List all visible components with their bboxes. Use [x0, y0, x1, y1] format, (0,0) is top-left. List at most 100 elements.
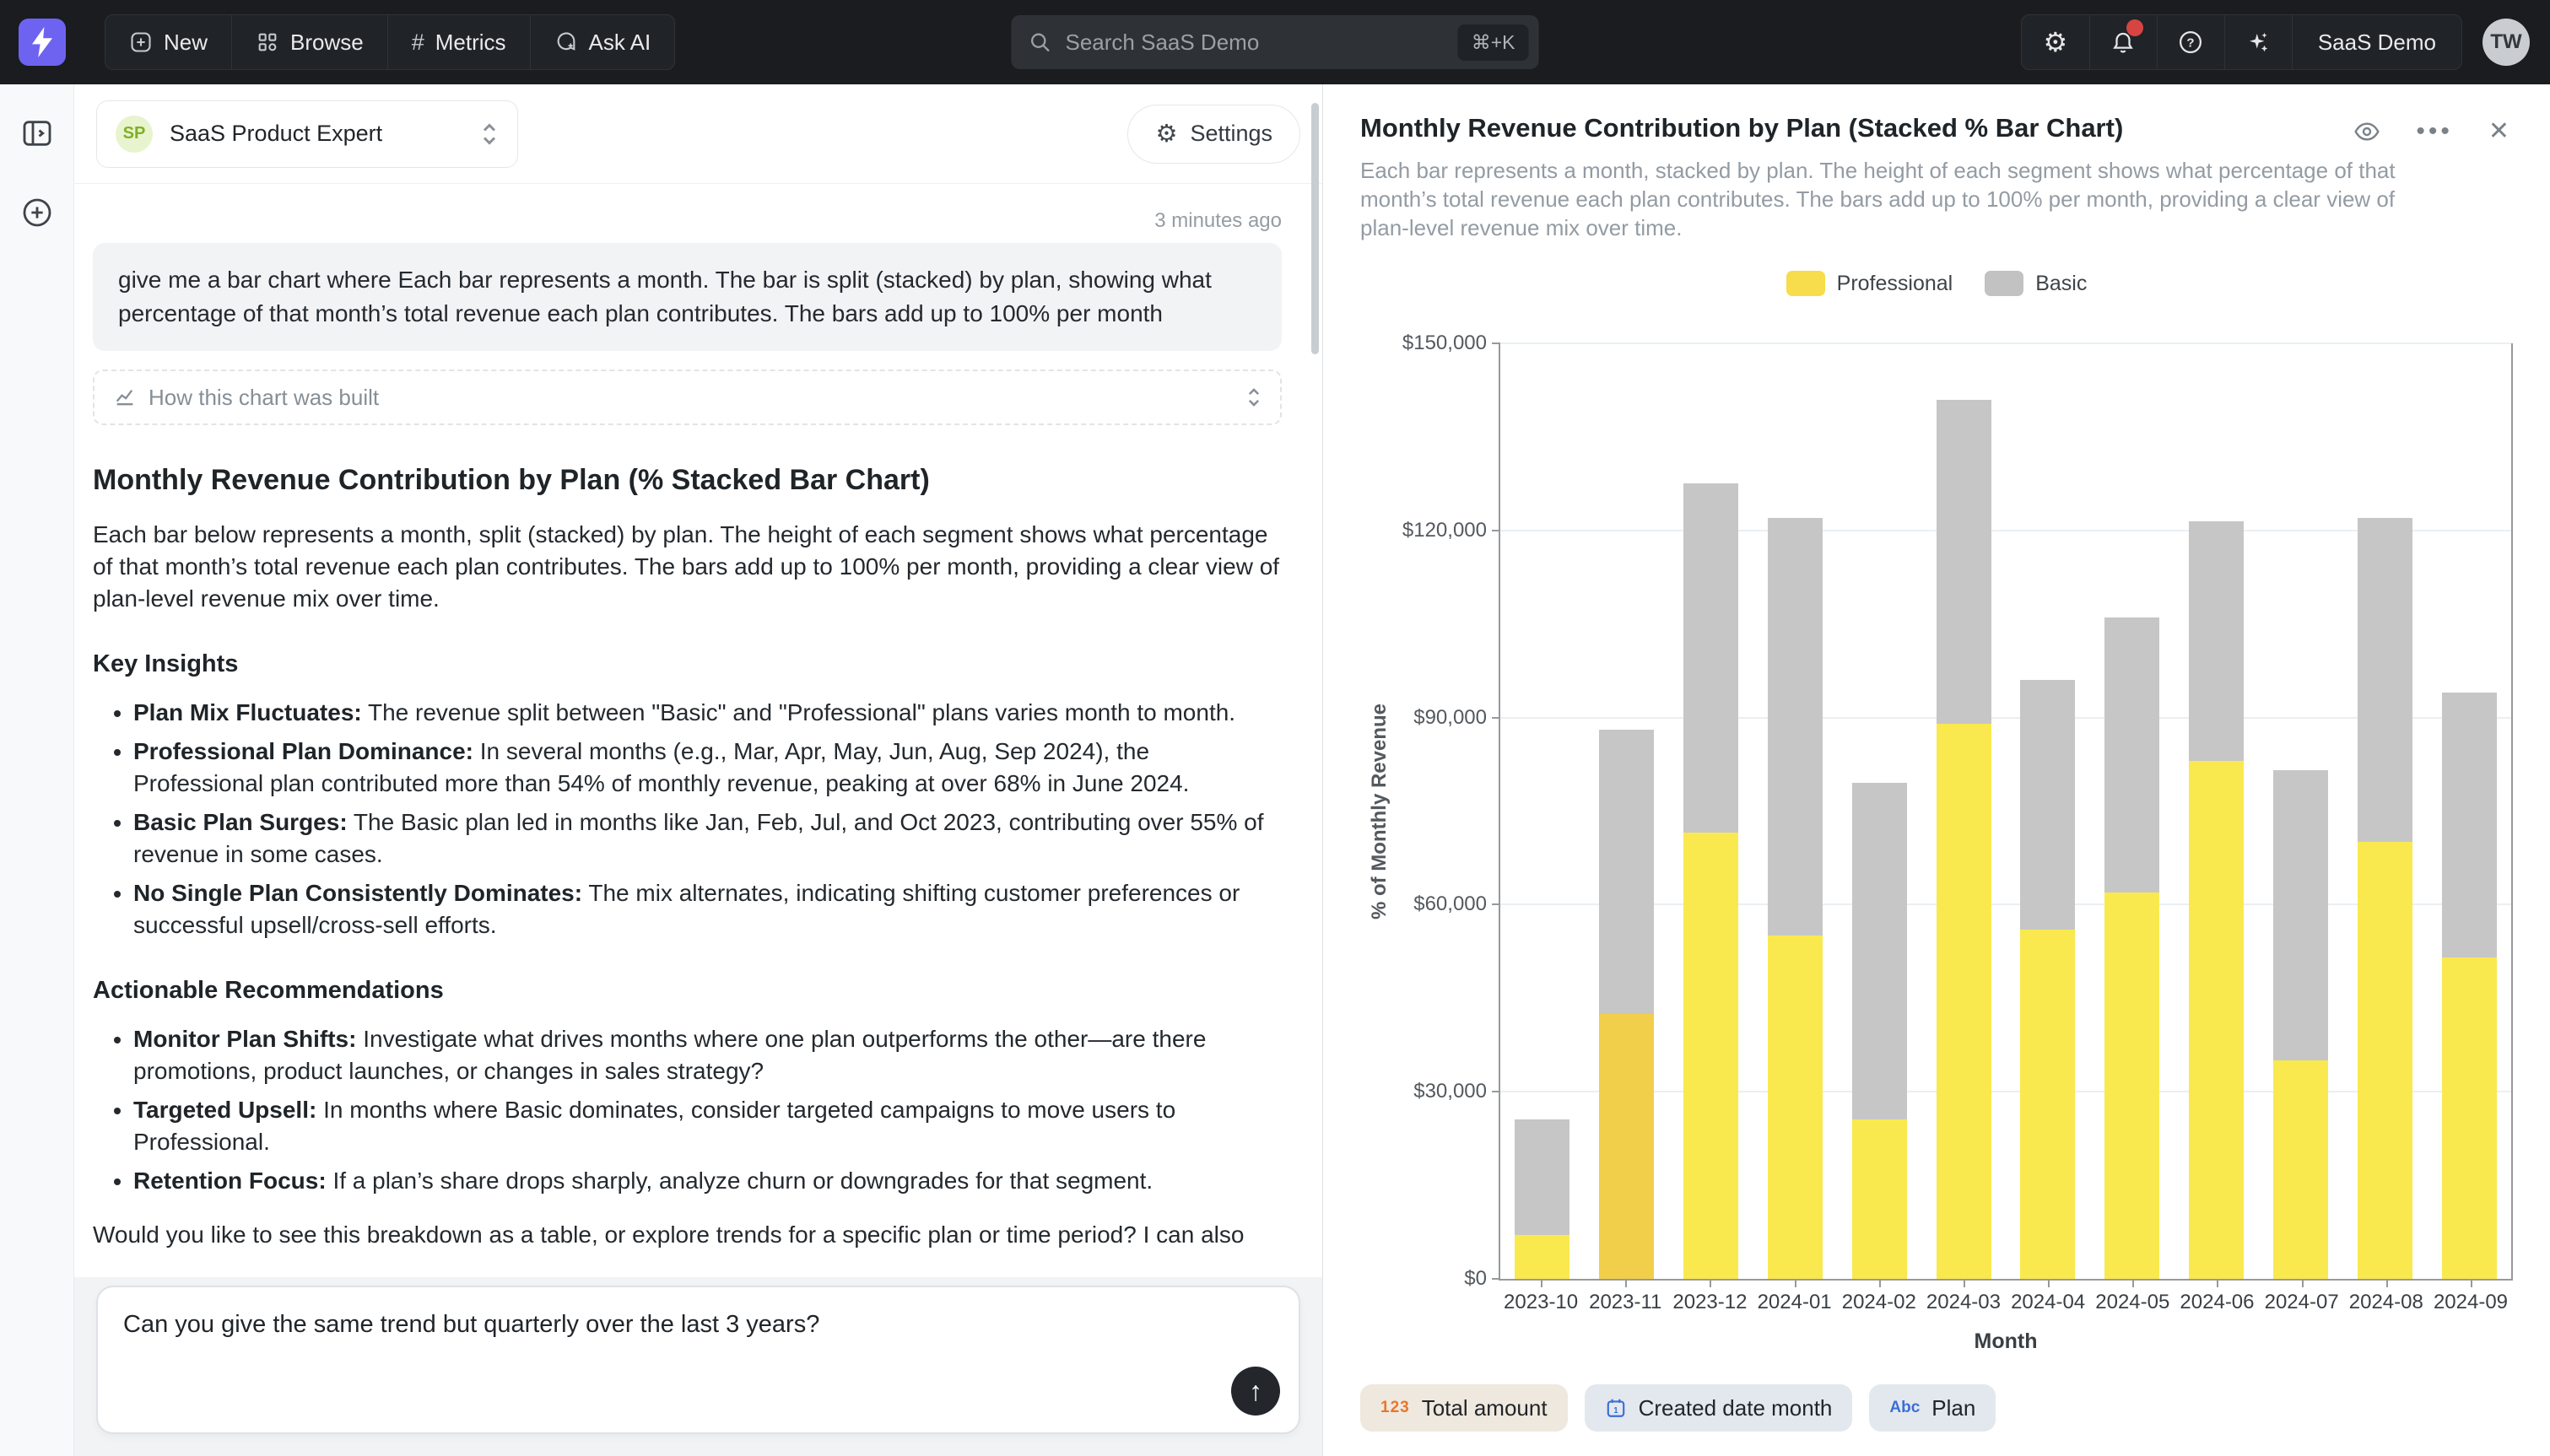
professional-swatch	[1786, 271, 1825, 296]
bar-segment-professional[interactable]	[1599, 1014, 1654, 1279]
x-tick-2024-07: 2024-07	[2260, 1281, 2344, 1314]
workspace-button[interactable]: SaaS Demo	[2292, 15, 2461, 69]
bar-stack	[1852, 343, 1907, 1279]
help-button[interactable]: ?	[2157, 15, 2224, 69]
top-navbar: New Browse # Metrics Ask AI Se	[0, 0, 2550, 84]
bar-segment-basic[interactable]	[1852, 783, 1907, 1119]
ai-sparkles-button[interactable]	[2224, 15, 2292, 69]
x-tick-mark	[1795, 1281, 1796, 1287]
x-tick-label: 2023-11	[1589, 1291, 1661, 1313]
app-logo[interactable]	[19, 19, 66, 66]
bar-segment-basic[interactable]	[1599, 730, 1654, 1013]
new-thread-icon[interactable]	[20, 196, 54, 229]
chat-input[interactable]: Can you give the same trend but quarterl…	[96, 1286, 1300, 1434]
bar-stack	[2104, 343, 2159, 1279]
bar-segment-professional[interactable]	[2273, 1060, 2328, 1279]
bar-segment-professional[interactable]	[1768, 936, 1823, 1279]
metrics-button[interactable]: # Metrics	[387, 15, 530, 69]
bar-segment-professional[interactable]	[2104, 892, 2159, 1279]
bar-segment-professional[interactable]	[1683, 833, 1738, 1279]
bar-segment-basic[interactable]	[2104, 617, 2159, 892]
bar-segment-professional[interactable]	[2442, 957, 2497, 1279]
legend-item-basic[interactable]: Basic	[1985, 271, 2087, 296]
notification-dot	[2126, 19, 2143, 36]
chart-panel: Monthly Revenue Contribution by Plan (St…	[1323, 84, 2550, 1456]
bar-segment-basic[interactable]	[1937, 400, 1991, 724]
x-tick-label: 2023-10	[1504, 1291, 1578, 1313]
x-tick-2024-03: 2024-03	[1921, 1281, 2006, 1314]
bar-segment-professional[interactable]	[2189, 761, 2244, 1279]
chevron-updown-icon	[480, 121, 499, 147]
agent-settings-button[interactable]: ⚙ Settings	[1127, 105, 1300, 164]
legend-label-professional: Professional	[1837, 272, 1953, 296]
x-tick-mark	[2302, 1281, 2304, 1287]
field-tag-created-date-month[interactable]: 1 Created date month	[1585, 1384, 1853, 1432]
browse-button[interactable]: Browse	[231, 15, 387, 69]
calendar-icon: 1	[1605, 1397, 1627, 1419]
expand-sidebar-icon[interactable]	[20, 116, 54, 150]
global-search-input[interactable]: Search SaaS Demo ⌘+K	[1012, 15, 1539, 69]
new-button[interactable]: New	[105, 15, 231, 69]
field-tag-plan[interactable]: AbcPlan	[1869, 1384, 1996, 1432]
ask-ai-button[interactable]: Ask AI	[530, 15, 675, 69]
gear-icon: ⚙	[1155, 119, 1177, 148]
field-tag-label: Created date month	[1639, 1395, 1833, 1421]
x-tick-label: 2024-08	[2349, 1291, 2423, 1313]
bar-column-2024-07	[2258, 343, 2342, 1279]
bar-segment-basic[interactable]	[2273, 770, 2328, 1060]
search-placeholder: Search SaaS Demo	[1066, 30, 1458, 56]
bars-layer	[1500, 343, 2511, 1279]
navbar-right: ⚙ ? SaaS Demo	[2021, 0, 2550, 84]
bar-segment-basic[interactable]	[2358, 518, 2412, 842]
notifications-button[interactable]	[2089, 15, 2157, 69]
bar-segment-professional[interactable]	[2358, 842, 2412, 1279]
send-button[interactable]: ↑	[1231, 1367, 1280, 1416]
field-tag-label: Total amount	[1422, 1395, 1548, 1421]
bar-segment-professional[interactable]	[2020, 930, 2075, 1279]
x-tick-mark	[1625, 1281, 1627, 1287]
bar-segment-professional[interactable]	[1937, 724, 1991, 1279]
chat-scrollbar[interactable]	[1311, 103, 1319, 354]
markdown-bullet: Professional Plan Dominance: In several …	[133, 736, 1282, 800]
plus-square-icon	[129, 30, 153, 54]
user-avatar[interactable]: TW	[2482, 19, 2530, 66]
x-tick-2024-01: 2024-01	[1753, 1281, 1837, 1314]
y-axis-title: % of Monthly Revenue	[1368, 704, 1391, 919]
main-area: SP SaaS Product Expert ⚙ Settings 3 minu…	[0, 84, 2550, 1456]
bar-segment-basic[interactable]	[1683, 483, 1738, 833]
bar-segment-basic[interactable]	[2020, 680, 2075, 930]
more-options-icon[interactable]: •••	[2416, 123, 2453, 140]
eye-icon[interactable]	[2353, 118, 2380, 145]
question-icon: ?	[2178, 30, 2203, 55]
bar-segment-basic[interactable]	[2189, 521, 2244, 762]
trend-chart-icon	[113, 386, 137, 409]
settings-gear-button[interactable]: ⚙	[2022, 15, 2089, 69]
bar-segment-basic[interactable]	[1768, 518, 1823, 936]
response-title: Monthly Revenue Contribution by Plan (% …	[93, 464, 1282, 497]
bar-segment-basic[interactable]	[1515, 1119, 1569, 1235]
agent-selector[interactable]: SP SaaS Product Expert	[96, 100, 518, 168]
bar-stack	[2020, 343, 2075, 1279]
bar-column-2024-02	[1837, 343, 1921, 1279]
text-field-icon: Abc	[1889, 1399, 1920, 1417]
bar-column-2024-06	[2175, 343, 2259, 1279]
section-heading-key-insights: Key Insights	[93, 650, 1282, 678]
number-field-icon: 123	[1380, 1399, 1410, 1417]
x-tick-2024-04: 2024-04	[2006, 1281, 2090, 1314]
how-chart-built-toggle[interactable]: How this chart was built	[93, 369, 1282, 425]
chart-panel-description: Each bar represents a month, stacked by …	[1360, 156, 2432, 242]
x-tick-label: 2024-09	[2434, 1291, 2508, 1313]
lightning-bolt-icon	[30, 27, 55, 57]
x-tick-2023-10: 2023-10	[1499, 1281, 1583, 1314]
search-shortcut-badge: ⌘+K	[1458, 24, 1529, 61]
y-tick-mark	[1492, 530, 1500, 531]
bar-segment-professional[interactable]	[1852, 1119, 1907, 1279]
bar-segment-professional[interactable]	[1515, 1235, 1569, 1279]
bar-segment-basic[interactable]	[2442, 693, 2497, 957]
chart-legend: Professional Basic	[1360, 271, 2513, 296]
x-tick-label: 2024-02	[1842, 1291, 1916, 1313]
close-icon[interactable]: ✕	[2488, 116, 2509, 146]
x-tick-mark	[2132, 1281, 2134, 1287]
legend-item-professional[interactable]: Professional	[1786, 271, 1953, 296]
field-tag-total-amount[interactable]: 123 Total amount	[1360, 1384, 1568, 1432]
